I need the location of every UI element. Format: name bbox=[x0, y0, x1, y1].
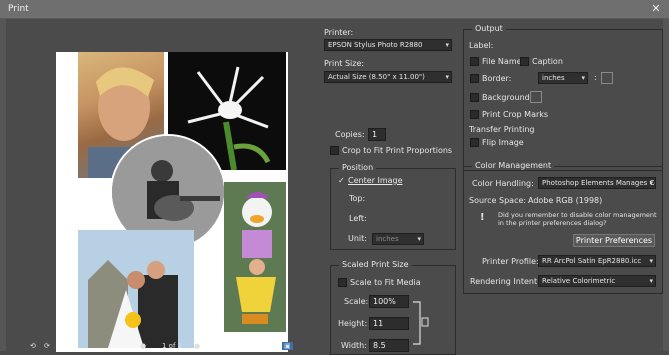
chevron-down-icon: ▾ bbox=[649, 277, 653, 285]
background-label: Background: bbox=[482, 93, 533, 102]
rendering-intent-select[interactable]: Relative Colorimetric ▾ bbox=[538, 275, 656, 287]
printer-profile-select[interactable]: RR ArcPol Satin EpR2880.icc ▾ bbox=[538, 255, 656, 267]
background-color-swatch[interactable] bbox=[530, 91, 542, 103]
width-label: Width: bbox=[341, 341, 367, 350]
checkmark-icon: ✓ bbox=[338, 176, 345, 185]
zoom-icon[interactable]: ▣ bbox=[282, 342, 293, 350]
scale-to-fit-label: Scale to Fit Media bbox=[350, 278, 421, 287]
printer-select[interactable]: EPSON Stylus Photo R2880 ▾ bbox=[324, 39, 452, 51]
border-colon: : bbox=[594, 73, 597, 82]
unit-label: Unit: bbox=[348, 234, 367, 243]
top-label: Top: bbox=[349, 194, 366, 203]
crop-marks-label: Print Crop Marks bbox=[482, 110, 549, 119]
flip-image-checkbox[interactable] bbox=[470, 138, 479, 147]
printer-label: Printer: bbox=[324, 28, 354, 37]
source-space-label: Source Space: bbox=[469, 196, 527, 205]
print-dialog: Printer: EPSON Stylus Photo R2880 ▾ Print… bbox=[0, 19, 669, 355]
border-checkbox[interactable] bbox=[470, 74, 479, 83]
constrain-bracket-icon[interactable] bbox=[411, 300, 429, 346]
copies-input[interactable]: 1 bbox=[368, 128, 386, 141]
border-label: Border: bbox=[482, 74, 512, 83]
crop-checkbox[interactable] bbox=[330, 146, 339, 155]
chevron-down-icon: ▾ bbox=[649, 179, 653, 187]
position-title: Position bbox=[339, 163, 377, 172]
color-handling-value: Photoshop Elements Manages Col bbox=[542, 179, 656, 187]
scaled-title: Scaled Print Size bbox=[339, 260, 412, 269]
chevron-down-icon: ▾ bbox=[445, 73, 449, 81]
scale-label: Scale: bbox=[344, 297, 369, 306]
window-title: Print bbox=[8, 4, 29, 14]
crop-marks-checkbox[interactable] bbox=[470, 110, 479, 119]
chevron-down-icon: ▾ bbox=[445, 41, 449, 49]
printer-profile-value: RR ArcPol Satin EpR2880.icc bbox=[542, 257, 642, 265]
next-page-icon[interactable]: ● bbox=[194, 342, 200, 350]
scale-input[interactable]: 100% bbox=[369, 295, 409, 308]
label-heading: Label: bbox=[469, 41, 494, 50]
color-mgmt-title: Color Management bbox=[472, 161, 555, 170]
width-input[interactable]: 8.5 bbox=[369, 339, 409, 352]
page-counter: 1 of 1 bbox=[162, 342, 183, 350]
print-preview-page bbox=[56, 52, 288, 352]
color-warning-text: Did you remember to disable color manage… bbox=[498, 211, 657, 227]
file-name-label: File Name bbox=[482, 57, 522, 66]
file-name-checkbox[interactable] bbox=[470, 57, 479, 66]
height-input[interactable]: 11 bbox=[369, 317, 409, 330]
warning-icon: ! bbox=[480, 212, 485, 223]
unit-select[interactable]: inches ▾ bbox=[372, 233, 424, 245]
color-handling-select[interactable]: Photoshop Elements Manages Col ▾ bbox=[538, 177, 656, 189]
center-image-label[interactable]: Center Image bbox=[348, 176, 403, 185]
rendering-intent-value: Relative Colorimetric bbox=[542, 277, 616, 285]
output-title: Output bbox=[472, 24, 506, 33]
scale-to-fit-checkbox[interactable] bbox=[338, 278, 347, 287]
printer-preferences-button[interactable]: Printer Preferences bbox=[573, 234, 655, 247]
wedding-illustration bbox=[78, 230, 194, 348]
daisy-duck-illustration bbox=[224, 182, 286, 332]
border-unit-select[interactable]: inches ▾ bbox=[538, 72, 588, 84]
prev-page-icon[interactable]: ● bbox=[140, 342, 146, 350]
printer-select-value: EPSON Stylus Photo R2880 bbox=[328, 41, 423, 49]
title-bar: Print ✕ bbox=[0, 0, 669, 19]
print-size-label: Print Size: bbox=[324, 59, 365, 68]
border-color-swatch[interactable] bbox=[601, 72, 613, 84]
transfer-heading: Transfer Printing bbox=[469, 125, 535, 134]
photo-daisy-duck bbox=[224, 182, 286, 332]
close-icon[interactable]: ✕ bbox=[649, 3, 663, 15]
print-size-select[interactable]: Actual Size (8.50" x 11.00") ▾ bbox=[324, 71, 452, 83]
background-checkbox[interactable] bbox=[470, 93, 479, 102]
height-label: Height: bbox=[338, 319, 368, 328]
rendering-intent-label: Rendering Intent: bbox=[470, 277, 540, 286]
unit-value: inches bbox=[376, 235, 399, 243]
chevron-down-icon: ▾ bbox=[417, 235, 421, 243]
border-unit-value: inches bbox=[542, 74, 565, 82]
copies-label: Copies: bbox=[335, 130, 365, 139]
caption-label: Caption bbox=[532, 57, 563, 66]
left-label: Left: bbox=[349, 214, 367, 223]
chevron-down-icon: ▾ bbox=[649, 257, 653, 265]
photo-wedding bbox=[78, 230, 194, 348]
printer-profile-label: Printer Profile: bbox=[482, 257, 539, 266]
crop-label: Crop to Fit Print Proportions bbox=[342, 146, 453, 155]
source-space-value: Adobe RGB (1998) bbox=[528, 196, 603, 205]
rotate-left-icon[interactable]: ⟲ bbox=[30, 342, 36, 350]
color-handling-label: Color Handling: bbox=[472, 179, 534, 188]
caption-checkbox[interactable] bbox=[520, 57, 529, 66]
rotate-right-icon[interactable]: ⟳ bbox=[44, 342, 50, 350]
chevron-down-icon: ▾ bbox=[581, 74, 585, 82]
print-size-value: Actual Size (8.50" x 11.00") bbox=[328, 73, 425, 81]
flip-image-label: Flip Image bbox=[482, 138, 524, 147]
